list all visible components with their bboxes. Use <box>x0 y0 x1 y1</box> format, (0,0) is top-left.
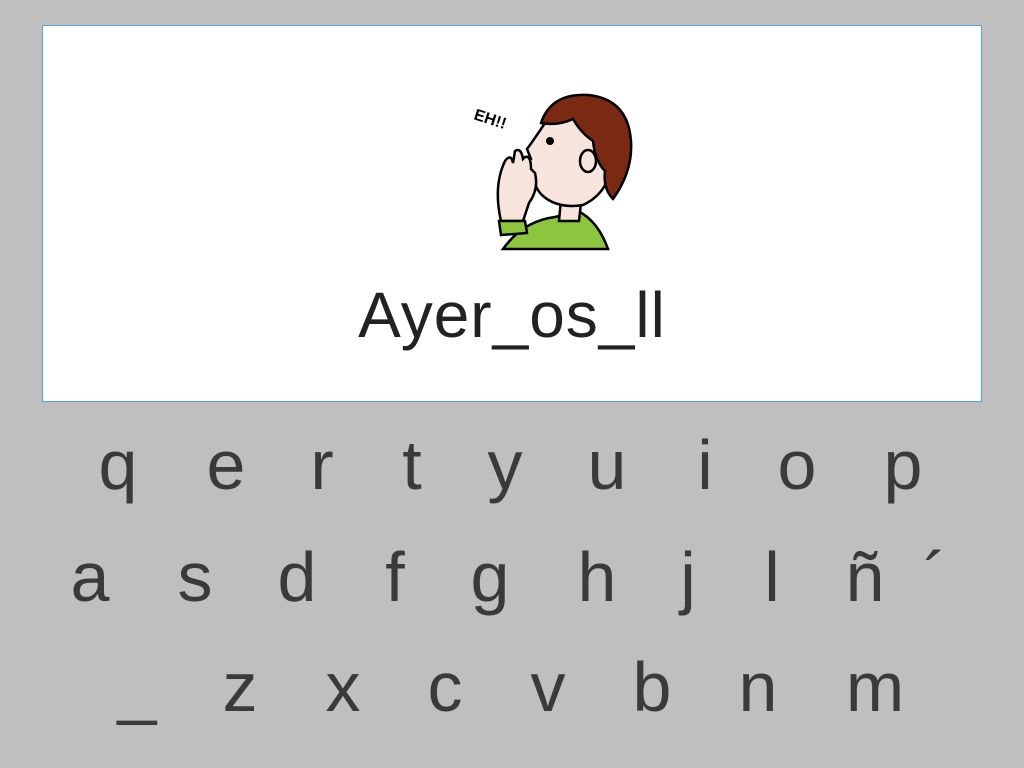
key-3[interactable]: r <box>282 420 362 510</box>
keyboard-row-3: _ z x c v b n m <box>0 642 1024 732</box>
key-1[interactable]: a <box>50 532 130 622</box>
key-1[interactable]: q <box>78 420 158 510</box>
key-6[interactable]: h <box>557 532 637 622</box>
key-2[interactable]: z <box>200 642 280 732</box>
key-8[interactable]: l <box>732 532 812 622</box>
key-7[interactable]: i <box>665 420 745 510</box>
key-6[interactable]: b <box>612 642 692 732</box>
key-7[interactable]: j <box>648 532 728 622</box>
key-7[interactable]: n <box>718 642 798 732</box>
prompt-card: EH!! Ayer_os_ll <box>42 25 982 402</box>
key-1[interactable]: _ <box>97 642 177 732</box>
key-3[interactable]: x <box>303 642 383 732</box>
key-9[interactable]: p <box>863 420 943 510</box>
key-3[interactable]: d <box>257 532 337 622</box>
key-9[interactable]: ñ <box>825 532 905 622</box>
keyboard-row-2: a s d f g h j l ñ ´ <box>0 532 1024 622</box>
key-4[interactable]: c <box>405 642 485 732</box>
key-4[interactable]: f <box>355 532 435 622</box>
key-5[interactable]: y <box>465 420 545 510</box>
key-4[interactable]: t <box>372 420 452 510</box>
key-2[interactable]: e <box>186 420 266 510</box>
key-5[interactable]: g <box>450 532 530 622</box>
key-5[interactable]: v <box>508 642 588 732</box>
key-8[interactable]: m <box>835 642 915 732</box>
shout-text: EH!! <box>472 107 509 133</box>
keyboard-row-1: qertyuiop <box>0 420 1024 510</box>
key-2[interactable]: s <box>155 532 235 622</box>
key-10[interactable]: ´ <box>895 532 975 622</box>
target-word: Ayer_os_ll <box>358 279 666 351</box>
key-8[interactable]: o <box>757 420 837 510</box>
person-calling-out-icon: EH!! <box>472 93 633 251</box>
key-6[interactable]: u <box>567 420 647 510</box>
